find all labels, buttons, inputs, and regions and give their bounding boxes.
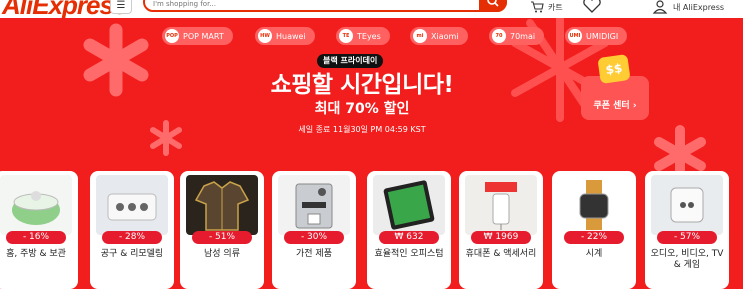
brand-label: Huawei xyxy=(276,31,306,41)
brand-label: TEyes xyxy=(357,31,381,41)
tablet-image xyxy=(373,175,445,235)
account-button[interactable]: 내 AliExpress xyxy=(652,0,724,14)
menu-icon: ☰ xyxy=(116,0,126,11)
category-discount: ₩ 1969 xyxy=(471,231,531,244)
search-bar xyxy=(143,0,507,12)
search-button[interactable] xyxy=(479,0,507,12)
brand-logo: HW xyxy=(258,29,272,43)
category-card[interactable]: - 28% 공구 & 리모델링 xyxy=(90,171,174,289)
patterned-shirt-image xyxy=(186,175,258,235)
category-card[interactable]: ₩ 632 효율적인 오피스텀 xyxy=(367,171,451,289)
category-label: 가전 제품 xyxy=(296,249,332,259)
sale-end-text: 세일 종료 11월30일 PM 04:59 KST xyxy=(298,125,426,134)
category-menu-button[interactable]: ☰ xyxy=(110,0,132,14)
wishlist-button[interactable] xyxy=(582,0,602,18)
brand-logo: UMI xyxy=(568,29,582,43)
category-label: 휴대폰 & 액세서리 xyxy=(465,249,537,259)
brand-chip[interactable]: POP POP MART xyxy=(162,27,233,45)
brand-logo: TE xyxy=(339,29,353,43)
brand-chip[interactable]: mi Xiaomi xyxy=(410,27,468,45)
category-discount: ₩ 632 xyxy=(379,231,439,244)
coupon-bag-icon: $$ xyxy=(597,54,631,84)
black-friday-banner[interactable]: POP POP MART HW Huawei TE TEyes mi Xiaom… xyxy=(0,18,743,289)
category-label: 오디오, 비디오, TV & 게임 xyxy=(650,249,724,270)
espresso-machine-image xyxy=(278,175,350,235)
smartwatch-image xyxy=(558,175,630,235)
user-icon xyxy=(652,0,668,14)
brand-chip[interactable]: HW Huawei xyxy=(255,27,315,45)
category-discount: - 51% xyxy=(192,231,252,244)
search-input[interactable] xyxy=(153,0,473,8)
promo-subhead: 최대 70% 할인 xyxy=(314,101,410,117)
cart-label: 카트 xyxy=(548,2,563,12)
category-label: 효율적인 오피스텀 xyxy=(374,249,444,259)
brand-chip[interactable]: UMI UMIDIGI xyxy=(565,27,628,45)
top-header: AliExpress ☰ 카트 내 AliExpress xyxy=(0,0,743,20)
category-card[interactable]: - 30% 가전 제품 xyxy=(272,171,356,289)
category-discount: - 16% xyxy=(6,231,66,244)
search-icon xyxy=(487,0,499,7)
starburst-decoration xyxy=(150,120,182,156)
category-card[interactable]: - 22% 시계 xyxy=(552,171,636,289)
category-label: 시계 xyxy=(585,249,603,259)
brand-chip-row: POP POP MART HW Huawei TE TEyes mi Xiaom… xyxy=(0,27,743,47)
heart-icon xyxy=(583,0,601,13)
cart-icon xyxy=(531,1,544,13)
category-label: 공구 & 리모델링 xyxy=(100,249,164,259)
promo-headline: 쇼핑할 시간입니다! xyxy=(270,72,454,98)
brand-label: 70mai xyxy=(510,31,536,41)
coupon-center-button[interactable]: $$ 쿠폰 센터 › xyxy=(581,54,649,120)
brand-chip[interactable]: TE TEyes xyxy=(336,27,390,45)
smart-plug-image xyxy=(651,175,723,235)
category-label: 홈, 주방 & 보관 xyxy=(6,249,66,259)
charger-image xyxy=(465,175,537,235)
category-discount: - 57% xyxy=(657,231,717,244)
category-label: 남성 의류 xyxy=(204,249,240,259)
brand-logo: mi xyxy=(413,29,427,43)
account-label: 내 AliExpress xyxy=(673,2,725,12)
salad-spinner-image xyxy=(0,175,72,235)
brand-label: Xiaomi xyxy=(431,31,459,41)
category-discount: - 28% xyxy=(102,231,162,244)
category-card[interactable]: ₩ 1969 휴대폰 & 액세서리 xyxy=(459,171,543,289)
brand-label: UMIDIGI xyxy=(586,31,619,41)
category-discount: - 30% xyxy=(284,231,344,244)
category-card[interactable]: - 16% 홈, 주방 & 보관 xyxy=(0,171,78,289)
category-card[interactable]: - 51% 남성 의류 xyxy=(180,171,264,289)
brand-chip[interactable]: 70 70mai xyxy=(489,27,545,45)
brand-logo: POP xyxy=(165,29,179,43)
category-discount: - 22% xyxy=(564,231,624,244)
cart-button[interactable]: 카트 xyxy=(530,0,563,14)
coupon-center-label: 쿠폰 센터 › xyxy=(593,101,637,111)
category-card[interactable]: - 57% 오디오, 비디오, TV & 게임 xyxy=(645,171,729,289)
brand-label: POP MART xyxy=(183,31,224,41)
power-strip-image xyxy=(96,175,168,235)
brand-logo: 70 xyxy=(492,29,506,43)
